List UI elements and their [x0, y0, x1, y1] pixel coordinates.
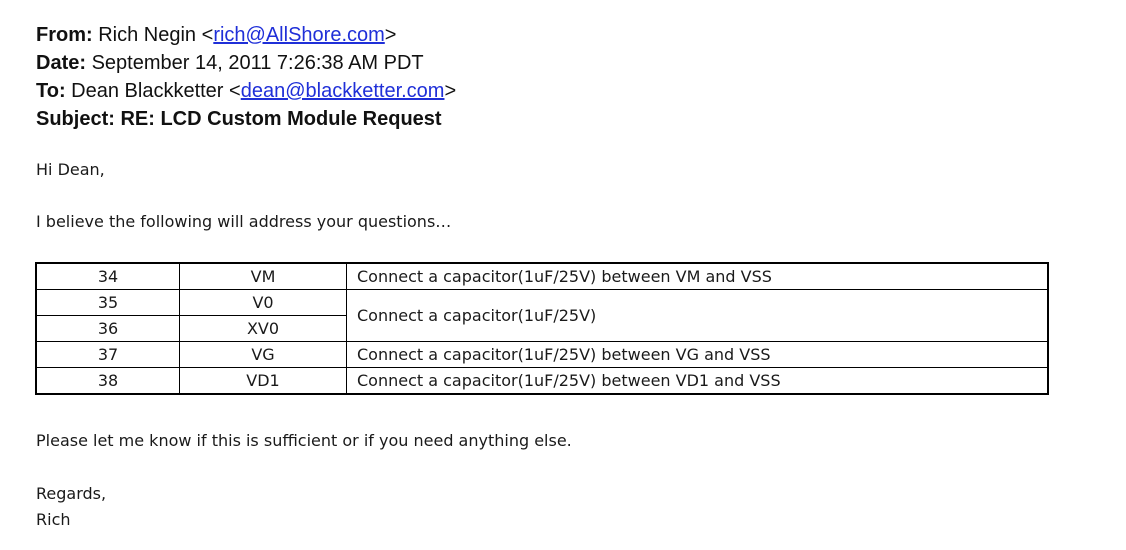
signature: Rich — [36, 510, 71, 529]
pin-description: Connect a capacitor(1uF/25V) between VD1… — [346, 367, 1049, 395]
to-email-link[interactable]: dean@blackketter.com — [241, 80, 445, 102]
intro-text: I believe the following will address you… — [36, 212, 452, 231]
table-row: 34 VM Connect a capacitor(1uF/25V) betwe… — [35, 262, 1049, 290]
subject-value: RE: LCD Custom Module Request — [120, 108, 442, 130]
to-label: To: — [36, 80, 66, 102]
pin-description: Connect a capacitor(1uF/25V) — [346, 289, 1049, 342]
pin-number: 35 — [35, 289, 180, 316]
from-name: Rich Negin — [98, 24, 197, 46]
closing-text: Please let me know if this is sufficient… — [36, 431, 572, 450]
to-name: Dean Blackketter — [71, 80, 224, 102]
pin-number: 34 — [35, 262, 180, 290]
pin-number: 38 — [35, 367, 180, 395]
pin-description: Connect a capacitor(1uF/25V) between VM … — [346, 262, 1049, 290]
pin-name: VD1 — [179, 367, 347, 395]
pin-name: VG — [179, 341, 347, 368]
from-email-link[interactable]: rich@AllShore.com — [213, 24, 384, 46]
pin-number: 36 — [35, 315, 180, 342]
subject-label: Subject: — [36, 108, 115, 130]
pin-name: XV0 — [179, 315, 347, 342]
table-row: 35 V0 Connect a capacitor(1uF/25V) — [35, 289, 1049, 342]
greeting: Hi Dean, — [36, 160, 105, 179]
table-row: 37 VG Connect a capacitor(1uF/25V) betwe… — [35, 341, 1049, 368]
date-value: September 14, 2011 7:26:38 AM PDT — [91, 52, 424, 74]
subject-line: Subject: RE: LCD Custom Module Request — [36, 107, 442, 131]
pin-table: 34 VM Connect a capacitor(1uF/25V) betwe… — [35, 262, 1049, 395]
pin-name: V0 — [179, 289, 347, 316]
to-line: To: Dean Blackketter <dean@blackketter.c… — [36, 80, 457, 102]
date-line: Date: September 14, 2011 7:26:38 AM PDT — [36, 51, 424, 75]
pin-description: Connect a capacitor(1uF/25V) between VG … — [346, 341, 1049, 368]
signoff: Regards, — [36, 484, 107, 503]
from-line: From: Rich Negin <rich@AllShore.com> — [36, 24, 397, 46]
email-message: From: Rich Negin <rich@AllShore.com> Dat… — [0, 0, 1126, 550]
table-row: 38 VD1 Connect a capacitor(1uF/25V) betw… — [35, 367, 1049, 395]
date-label: Date: — [36, 52, 87, 74]
pin-number: 37 — [35, 341, 180, 368]
pin-name: VM — [179, 262, 347, 290]
from-label: From: — [36, 24, 93, 46]
